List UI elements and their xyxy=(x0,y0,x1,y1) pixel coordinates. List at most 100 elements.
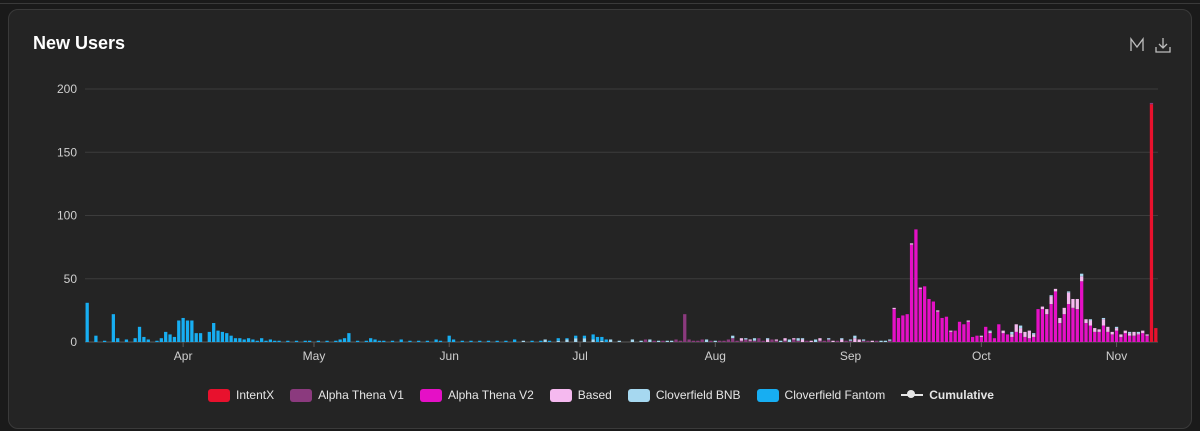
bar-segment[interactable] xyxy=(1097,331,1101,342)
bar-segment[interactable] xyxy=(670,340,674,342)
bar-segment[interactable] xyxy=(988,333,992,342)
bar-segment[interactable] xyxy=(1114,330,1119,342)
bar-segment[interactable] xyxy=(744,339,748,342)
bar-segment[interactable] xyxy=(840,339,844,342)
bar-segment[interactable] xyxy=(1027,330,1031,339)
bar-segment[interactable] xyxy=(451,339,456,342)
bar-segment[interactable] xyxy=(1014,331,1018,342)
bar-segment[interactable] xyxy=(595,336,600,342)
bar-segment[interactable] xyxy=(233,338,238,342)
bar-segment[interactable] xyxy=(1080,281,1084,342)
bar-segment[interactable] xyxy=(800,338,805,340)
bar-segment[interactable] xyxy=(1093,328,1097,332)
bar-segment[interactable] xyxy=(940,317,944,342)
bar-segment[interactable] xyxy=(1014,324,1018,332)
bar-segment[interactable] xyxy=(1045,309,1049,315)
bar-segment[interactable] xyxy=(504,340,508,342)
bar-segment[interactable] xyxy=(1010,331,1014,335)
bar-segment[interactable] xyxy=(1071,307,1075,342)
bar-segment[interactable] xyxy=(1058,317,1062,324)
bar-segment[interactable] xyxy=(979,335,983,337)
bar-segment[interactable] xyxy=(1032,336,1036,342)
bar-segment[interactable] xyxy=(212,323,216,342)
bar-segment[interactable] xyxy=(1136,333,1141,335)
bar-segment[interactable] xyxy=(1101,317,1106,320)
bar-segment[interactable] xyxy=(513,339,517,342)
bar-segment[interactable] xyxy=(914,229,918,342)
bar-segment[interactable] xyxy=(796,338,800,341)
bar-segment[interactable] xyxy=(739,338,744,341)
bar-segment[interactable] xyxy=(835,340,840,342)
bar-segment[interactable] xyxy=(116,338,120,342)
bar-segment[interactable] xyxy=(547,340,552,342)
bar-segment[interactable] xyxy=(848,340,853,342)
bar-segment[interactable] xyxy=(691,340,696,342)
bar-segment[interactable] xyxy=(1062,307,1066,315)
bar-segment[interactable] xyxy=(792,339,796,342)
bar-segment[interactable] xyxy=(1049,295,1053,297)
bar-segment[interactable] xyxy=(857,339,861,342)
bar-segment[interactable] xyxy=(765,339,770,342)
bar-segment[interactable] xyxy=(809,340,813,342)
bar-segment[interactable] xyxy=(1023,336,1027,342)
bar-segment[interactable] xyxy=(818,340,822,342)
bar-segment[interactable] xyxy=(687,339,691,342)
bar-segment[interactable] xyxy=(892,307,896,310)
bar-segment[interactable] xyxy=(216,330,220,342)
bar-segment[interactable] xyxy=(1084,319,1088,324)
bar-segment[interactable] xyxy=(1018,328,1023,334)
bar-segment[interactable] xyxy=(185,320,190,343)
bar-segment[interactable] xyxy=(617,340,621,342)
bar-segment[interactable] xyxy=(927,298,931,342)
bar-segment[interactable] xyxy=(923,286,927,342)
bar-segment[interactable] xyxy=(1119,336,1123,342)
bar-segment[interactable] xyxy=(495,340,499,342)
bar-segment[interactable] xyxy=(761,340,765,342)
bar-segment[interactable] xyxy=(1084,323,1088,342)
bar-segment[interactable] xyxy=(1023,331,1027,337)
bar-segment[interactable] xyxy=(238,338,242,342)
bar-segment[interactable] xyxy=(779,340,783,342)
bar-segment[interactable] xyxy=(1088,319,1093,321)
bar-segment[interactable] xyxy=(875,340,879,342)
bar-segment[interactable] xyxy=(822,340,826,342)
bar-segment[interactable] xyxy=(334,340,338,342)
bar-segment[interactable] xyxy=(1132,331,1136,336)
bar-segment[interactable] xyxy=(1128,335,1132,342)
bar-segment[interactable] xyxy=(770,339,774,342)
bar-segment[interactable] xyxy=(1018,325,1023,329)
bar-segment[interactable] xyxy=(1145,335,1149,342)
bar-segment[interactable] xyxy=(827,339,831,342)
bar-segment[interactable] xyxy=(818,338,822,341)
bar-segment[interactable] xyxy=(142,336,146,342)
bar-segment[interactable] xyxy=(172,336,177,342)
bar-segment[interactable] xyxy=(486,340,491,342)
bar-segment[interactable] xyxy=(888,339,892,341)
bar-segment[interactable] xyxy=(656,340,661,342)
bar-segment[interactable] xyxy=(434,339,438,342)
bar-segment[interactable] xyxy=(861,339,866,341)
bar-segment[interactable] xyxy=(988,330,992,332)
bar-segment[interactable] xyxy=(124,339,129,342)
legend-item[interactable]: Alpha Thena V2 xyxy=(419,388,534,402)
bar-segment[interactable] xyxy=(936,310,940,312)
bar-segment[interactable] xyxy=(997,324,1001,342)
bar-segment[interactable] xyxy=(674,339,678,342)
bar-segment[interactable] xyxy=(949,331,953,342)
bar-segment[interactable] xyxy=(1032,334,1036,337)
bar-segment[interactable] xyxy=(1088,325,1093,342)
bar-segment[interactable] xyxy=(1036,309,1040,342)
bar-segment[interactable] xyxy=(146,339,150,342)
bar-segment[interactable] xyxy=(273,340,277,342)
bar-segment[interactable] xyxy=(639,340,643,342)
bar-segment[interactable] xyxy=(1149,104,1154,343)
bar-segment[interactable] xyxy=(308,340,312,342)
bar-segment[interactable] xyxy=(962,324,966,342)
bar-segment[interactable] xyxy=(286,340,290,342)
bar-segment[interactable] xyxy=(417,340,421,342)
bar-segment[interactable] xyxy=(168,334,172,342)
bar-segment[interactable] xyxy=(704,339,709,342)
bar-segment[interactable] xyxy=(255,340,259,342)
bar-segment[interactable] xyxy=(591,334,595,340)
bar-segment[interactable] xyxy=(1141,333,1145,342)
